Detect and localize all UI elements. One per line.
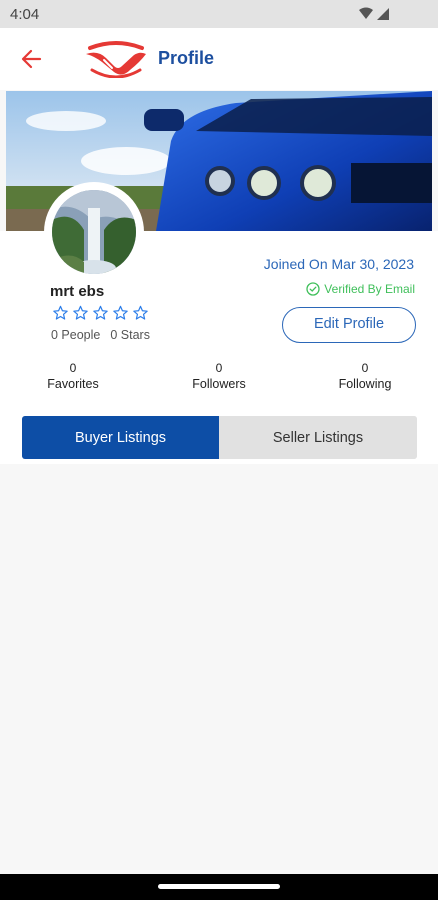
check-circle-icon xyxy=(306,282,320,296)
stat-value: 0 xyxy=(69,361,77,375)
avatar[interactable] xyxy=(52,190,136,274)
signal-icon xyxy=(377,8,389,20)
rating-stars-count: 0 Stars xyxy=(110,328,150,342)
system-nav-bar xyxy=(0,874,438,900)
stat-label: Favorites xyxy=(47,377,99,391)
star-outline-icon xyxy=(133,305,148,320)
handshake-logo xyxy=(84,40,148,79)
stat-label: Following xyxy=(338,377,392,391)
stat-value: 0 xyxy=(215,361,223,375)
stat-label: Followers xyxy=(192,377,246,391)
wifi-icon xyxy=(359,7,373,19)
rating-meta: 0 People 0 Stars xyxy=(51,328,160,342)
stat-followers[interactable]: 0 Followers xyxy=(169,361,269,391)
verified-badge: Verified By Email xyxy=(306,282,415,296)
page-title: Profile xyxy=(158,48,215,68)
username: mrt ebs xyxy=(50,283,105,300)
rating-stars xyxy=(52,305,149,321)
verified-text: Verified By Email xyxy=(324,282,415,296)
joined-date: Joined On Mar 30, 2023 xyxy=(263,256,414,272)
stat-value: 0 xyxy=(361,361,369,375)
back-button[interactable] xyxy=(18,46,46,72)
edit-profile-button[interactable]: Edit Profile xyxy=(282,307,416,343)
stat-following[interactable]: 0 Following xyxy=(315,361,415,391)
status-icons xyxy=(358,7,392,26)
status-bar: 4:04 xyxy=(0,0,438,28)
status-time: 4:04 xyxy=(10,6,40,23)
home-indicator[interactable] xyxy=(158,884,280,889)
star-outline-icon xyxy=(53,305,68,320)
star-outline-icon xyxy=(113,305,128,320)
star-outline-icon xyxy=(93,305,108,320)
rating-people-count: 0 People xyxy=(51,328,101,342)
tab-seller-listings[interactable]: Seller Listings xyxy=(219,416,417,459)
app-bar: Profile xyxy=(0,28,438,90)
tab-buyer-listings[interactable]: Buyer Listings xyxy=(22,416,219,459)
arrow-left-icon xyxy=(21,49,42,69)
star-outline-icon xyxy=(73,305,88,320)
listing-tabs: Buyer Listings Seller Listings xyxy=(22,416,417,459)
stat-favorites[interactable]: 0 Favorites xyxy=(23,361,123,391)
